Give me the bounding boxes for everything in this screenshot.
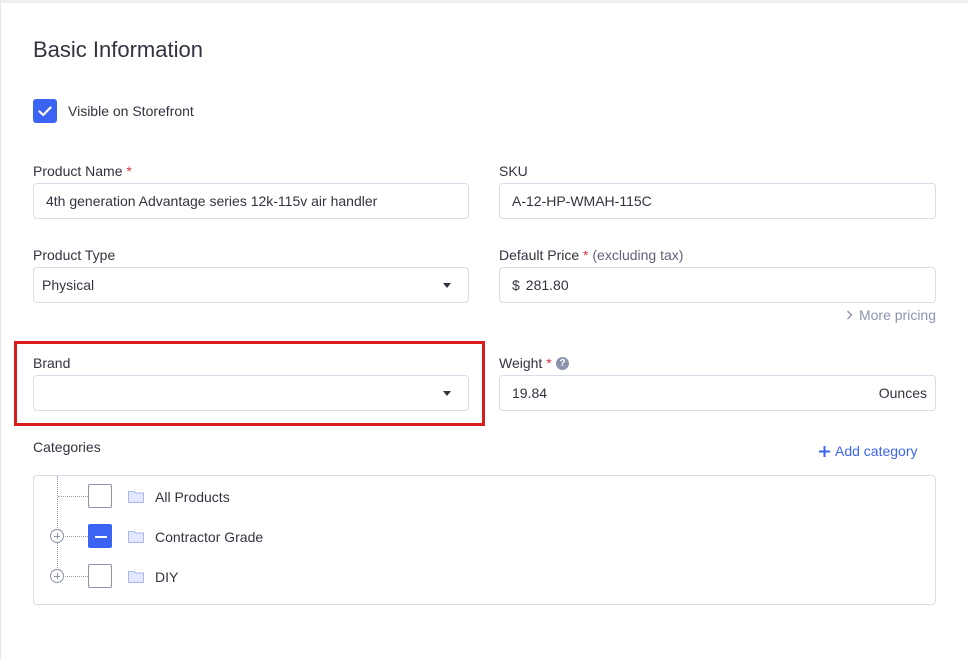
category-row-contractor-grade[interactable]: Contractor Grade (34, 523, 935, 549)
sku-input[interactable]: A-12-HP-WMAH-115C (499, 183, 936, 219)
brand-highlight-box (14, 341, 485, 426)
visible-on-storefront-checkbox[interactable] (33, 99, 57, 123)
folder-icon (128, 571, 144, 583)
product-type-value: Physical (42, 277, 95, 293)
category-row-diy[interactable]: DIY (34, 563, 935, 589)
product-name-value: 4th generation Advantage series 12k-115v… (46, 193, 378, 209)
weight-input[interactable]: 19.84 Ounces (499, 375, 936, 411)
default-price-label-text: Default Price (499, 247, 580, 263)
required-mark: * (583, 247, 589, 263)
product-name-input[interactable]: 4th generation Advantage series 12k-115v… (33, 183, 469, 219)
expand-icon[interactable] (50, 569, 64, 583)
category-checkbox[interactable] (88, 484, 112, 508)
chevron-right-icon (846, 310, 853, 320)
expand-icon[interactable] (50, 529, 64, 543)
more-pricing-link[interactable]: More pricing (846, 307, 936, 323)
visible-on-storefront-label: Visible on Storefront (68, 103, 194, 119)
plus-icon (819, 445, 830, 457)
category-label: Contractor Grade (155, 529, 264, 545)
tree-connector (65, 536, 88, 537)
top-border (0, 0, 968, 3)
more-pricing-label: More pricing (858, 307, 936, 323)
required-mark: * (546, 355, 552, 371)
add-category-button[interactable]: Add category (818, 443, 918, 459)
product-type-select[interactable]: Physical (33, 267, 469, 303)
required-mark: * (126, 163, 132, 179)
checkmark-icon (38, 105, 52, 116)
default-price-label: Default Price * (excluding tax) (499, 247, 683, 263)
product-type-label: Product Type (33, 247, 116, 263)
default-price-note: (excluding tax) (592, 247, 684, 263)
weight-unit: Ounces (878, 385, 927, 401)
left-border (0, 0, 1, 659)
category-checkbox[interactable] (88, 524, 112, 548)
product-name-label: Product Name * (33, 163, 132, 179)
help-icon[interactable]: ? (556, 357, 569, 370)
weight-label-text: Weight (499, 355, 543, 371)
sku-value: A-12-HP-WMAH-115C (512, 193, 652, 209)
folder-icon (128, 531, 144, 543)
category-tree: All Products Contractor Grade DIY (33, 475, 936, 605)
category-row-all-products[interactable]: All Products (34, 483, 935, 509)
category-label: DIY (155, 569, 179, 585)
category-label: All Products (155, 489, 230, 505)
dropdown-caret-icon (443, 283, 451, 288)
currency-symbol: $ (512, 277, 520, 293)
weight-value: 19.84 (512, 385, 548, 401)
category-checkbox[interactable] (88, 564, 112, 588)
tree-connector (58, 496, 88, 497)
page-title: Basic Information (33, 37, 203, 62)
tree-connector (65, 576, 88, 577)
product-name-label-text: Product Name (33, 163, 123, 179)
sku-label: SKU (499, 163, 528, 179)
add-category-label: Add category (835, 443, 918, 459)
default-price-value: 281.80 (525, 277, 569, 293)
weight-label: Weight * (499, 355, 552, 371)
folder-icon (128, 491, 144, 503)
categories-label: Categories (33, 439, 101, 455)
default-price-input[interactable]: $ 281.80 (499, 267, 936, 303)
